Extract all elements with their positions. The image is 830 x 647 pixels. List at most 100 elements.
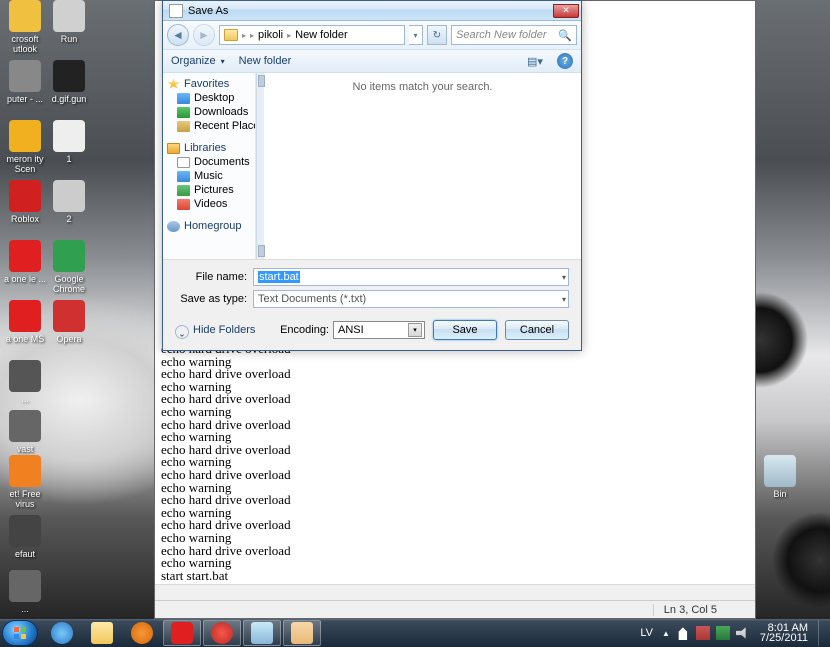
encoding-select[interactable]: ANSI▾: [333, 321, 425, 339]
filename-input[interactable]: start.bat▾: [253, 268, 569, 286]
desktop-shortcut[interactable]: Opera: [44, 300, 94, 344]
music-icon: [177, 171, 190, 182]
shortcut-icon: [9, 570, 41, 602]
chevron-down-icon[interactable]: ▾: [562, 295, 566, 304]
nav-documents[interactable]: Documents: [163, 155, 255, 169]
shortcut-icon: [53, 60, 85, 92]
nav-homegroup[interactable]: Homegroup: [163, 219, 255, 233]
shortcut-label: puter - ...: [0, 94, 50, 104]
notepad-text-area[interactable]: echo hard drive overload echo warning ec…: [155, 341, 755, 584]
save-button[interactable]: Save: [433, 320, 497, 340]
taskbar-opera[interactable]: [203, 620, 241, 646]
taskbar-vodafone[interactable]: [163, 620, 201, 646]
notepad-cursor-pos: Ln 3, Col 5: [653, 604, 747, 616]
recycle-bin[interactable]: Bin: [755, 455, 805, 499]
desktop-shortcut[interactable]: ...: [0, 570, 50, 614]
breadcrumb-sep-icon: ▸: [287, 31, 291, 40]
desktop-shortcut[interactable]: puter - ...: [0, 60, 50, 104]
close-button[interactable]: ✕: [553, 4, 579, 18]
forward-button[interactable]: ►: [193, 24, 215, 46]
taskbar-explorer[interactable]: [83, 620, 121, 646]
shortcut-label: 1: [44, 154, 94, 164]
tray-action-center-icon[interactable]: [676, 626, 690, 640]
desktop-shortcut[interactable]: Roblox: [0, 180, 50, 224]
desktop-shortcut[interactable]: meron ity Scen: [0, 120, 50, 174]
nav-videos[interactable]: Videos: [163, 197, 255, 211]
show-desktop-button[interactable]: [818, 620, 826, 646]
nav-music[interactable]: Music: [163, 169, 255, 183]
desktop-shortcut[interactable]: Google Chrome: [44, 240, 94, 294]
address-bar[interactable]: ▸ ▸ pikoli ▸ New folder: [219, 25, 405, 45]
shortcut-label: efaut: [0, 549, 50, 559]
shortcut-icon: [9, 60, 41, 92]
homegroup-icon: [167, 221, 180, 232]
tray-network-icon[interactable]: [696, 626, 710, 640]
shortcut-icon: [53, 0, 85, 32]
desktop-shortcut[interactable]: ...: [0, 360, 50, 404]
taskbar-notepad[interactable]: [243, 620, 281, 646]
vodafone-icon: [171, 622, 193, 644]
shortcut-label: ...: [0, 394, 50, 404]
taskbar: LV ▲ 8:01 AM 7/25/2011: [0, 619, 830, 647]
file-list-area[interactable]: No items match your search.: [264, 73, 581, 259]
taskbar-clock[interactable]: 8:01 AM 7/25/2011: [756, 623, 812, 643]
cancel-button[interactable]: Cancel: [505, 320, 569, 340]
nav-recent-places[interactable]: Recent Places: [163, 119, 255, 133]
chevron-down-icon[interactable]: ▾: [408, 323, 422, 337]
desktop-shortcut[interactable]: d.gif.gun: [44, 60, 94, 104]
shortcut-icon: [9, 360, 41, 392]
savetype-select[interactable]: Text Documents (*.txt)▾: [253, 290, 569, 308]
documents-icon: [177, 157, 190, 168]
start-button[interactable]: [2, 620, 38, 646]
nav-pictures[interactable]: Pictures: [163, 183, 255, 197]
tray-volume-icon[interactable]: [736, 626, 750, 640]
shortcut-icon: [9, 515, 41, 547]
view-options-button[interactable]: ▤▾: [527, 53, 543, 69]
tray-app-icon[interactable]: [716, 626, 730, 640]
hide-folders-button[interactable]: Hide Folders: [175, 323, 255, 337]
taskbar-paint[interactable]: [283, 620, 321, 646]
organize-button[interactable]: Organize: [171, 55, 225, 67]
nav-downloads[interactable]: Downloads: [163, 105, 255, 119]
tray-chevron-icon[interactable]: ▲: [662, 629, 670, 638]
nav-favorites[interactable]: Favorites: [163, 77, 255, 91]
folder-icon: [224, 29, 238, 41]
desktop-shortcut[interactable]: vast: [0, 410, 50, 454]
nav-desktop[interactable]: Desktop: [163, 91, 255, 105]
breadcrumb-item[interactable]: pikoli: [258, 29, 283, 41]
shortcut-label: et! Free virus: [0, 489, 50, 509]
desktop-shortcut[interactable]: a one le ...: [0, 240, 50, 284]
desktop-shortcut[interactable]: 2: [44, 180, 94, 224]
desktop-shortcut[interactable]: efaut: [0, 515, 50, 559]
chevron-down-icon[interactable]: ▾: [562, 273, 566, 282]
search-input[interactable]: Search New folder 🔍: [451, 25, 577, 45]
savetype-label: Save as type:: [175, 293, 253, 305]
search-icon[interactable]: 🔍: [558, 29, 572, 42]
back-button[interactable]: ◄: [167, 24, 189, 46]
filename-label: File name:: [175, 271, 253, 283]
help-button[interactable]: ?: [557, 53, 573, 69]
shortcut-icon: [9, 180, 41, 212]
explorer-icon: [91, 622, 113, 644]
shortcut-label: Opera: [44, 334, 94, 344]
nav-scrollbar[interactable]: [256, 73, 264, 259]
notepad-hscrollbar[interactable]: [155, 584, 755, 600]
search-placeholder: Search New folder: [456, 29, 547, 41]
address-dropdown[interactable]: ▾: [409, 25, 423, 45]
new-folder-button[interactable]: New folder: [239, 55, 292, 67]
breadcrumb-item[interactable]: New folder: [295, 29, 348, 41]
taskbar-ie[interactable]: [43, 620, 81, 646]
dialog-titlebar[interactable]: Save As ✕: [163, 1, 581, 21]
language-indicator[interactable]: LV: [637, 627, 656, 639]
desktop-shortcut[interactable]: Run: [44, 0, 94, 44]
desktop-shortcut[interactable]: a one MS: [0, 300, 50, 344]
desktop-shortcut[interactable]: et! Free virus: [0, 455, 50, 509]
recent-icon: [177, 121, 190, 132]
desktop-shortcut[interactable]: 1: [44, 120, 94, 164]
taskbar-media-player[interactable]: [123, 620, 161, 646]
refresh-button[interactable]: ↻: [427, 25, 447, 45]
nav-libraries[interactable]: Libraries: [163, 141, 255, 155]
shortcut-icon: [53, 180, 85, 212]
shortcut-icon: [9, 300, 41, 332]
desktop-shortcut[interactable]: crosoft utlook: [0, 0, 50, 54]
